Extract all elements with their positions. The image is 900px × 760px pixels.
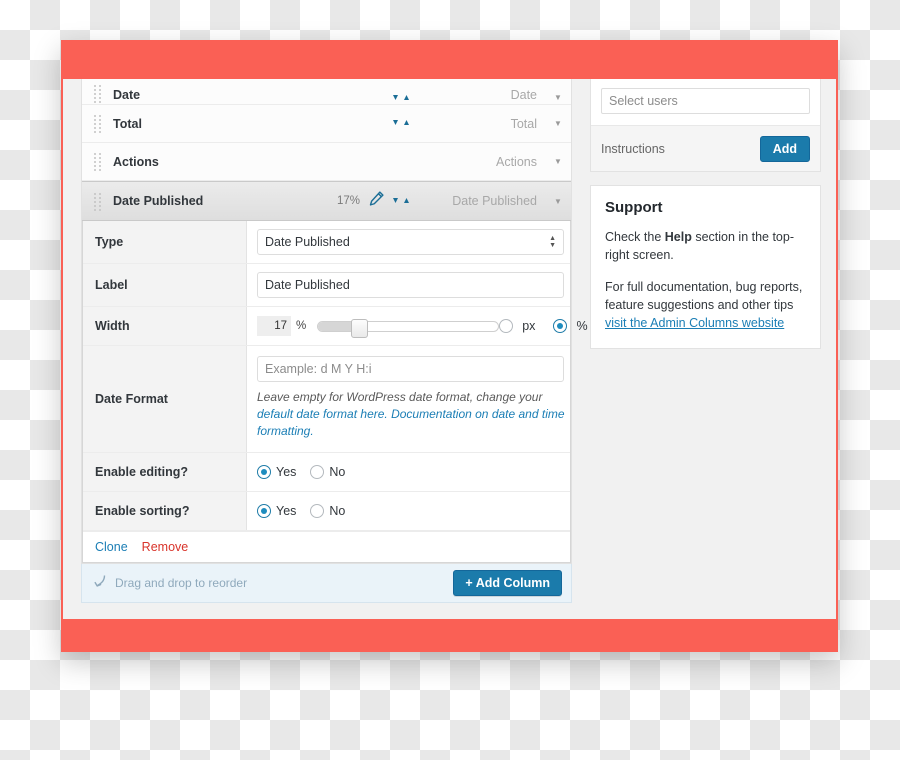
column-settings-panel: Type Date Published ▲ ▼ Label Date Publi… — [82, 221, 588, 563]
setting-label-width: Width — [83, 307, 247, 345]
drag-handle-icon[interactable] — [94, 153, 103, 171]
enable-sorting-radio-group: Yes No — [257, 504, 359, 518]
column-name: Date — [113, 88, 141, 102]
setting-label-date-format: Date Format — [83, 346, 247, 452]
drag-handle-icon[interactable] — [94, 85, 103, 103]
column-name: Total — [113, 116, 142, 131]
column-controls — [140, 95, 425, 102]
radio-editing-no-label: No — [329, 465, 346, 479]
width-slider[interactable] — [317, 318, 500, 338]
column-name: Actions — [113, 154, 159, 169]
type-select[interactable]: Date Published — [257, 229, 564, 255]
reorder-hint-text: Drag and drop to reorder — [115, 576, 248, 590]
column-width-badge: 17% — [336, 195, 360, 207]
date-format-input[interactable] — [257, 356, 564, 382]
column-list: Date Date ▼ Total Total ▼ Actions Action… — [81, 79, 588, 564]
instructions-bar: Instructions Add — [591, 125, 820, 171]
setting-row-label: Label — [83, 264, 570, 307]
column-type-label: Total — [510, 116, 537, 131]
chevron-down-icon[interactable]: ▼ — [545, 119, 571, 128]
radio-editing-yes-label: Yes — [276, 465, 297, 479]
setting-row-date-format: Date Format Leave empty for WordPress da… — [83, 346, 570, 453]
support-paragraph-2: For full documentation, bug reports, fea… — [605, 278, 806, 332]
setting-label-enable-sorting: Enable sorting? — [83, 492, 247, 530]
chevron-down-icon[interactable]: ▼ — [545, 157, 571, 166]
width-number-input[interactable] — [257, 316, 291, 336]
support-paragraph-1: Check the Help section in the top-right … — [605, 228, 806, 264]
columns-panel: Date Date ▼ Total Total ▼ Actions Action… — [81, 79, 588, 603]
table-row[interactable]: Total Total ▼ — [82, 105, 571, 143]
width-unit-suffix: % — [296, 320, 307, 332]
page-canvas: Date Date ▼ Total Total ▼ Actions Action… — [63, 79, 836, 619]
radio-unit-px-label: px — [522, 319, 536, 333]
sort-toggle-icon[interactable] — [393, 95, 415, 102]
select-users-input[interactable] — [601, 88, 810, 114]
table-row[interactable]: Actions Actions ▼ — [82, 143, 571, 181]
enable-editing-radio-group: Yes No — [257, 465, 359, 479]
drag-handle-icon[interactable] — [94, 115, 103, 133]
table-row-active[interactable]: Date Published 17% Date Published ▼ — [82, 181, 571, 221]
chevron-down-icon[interactable]: ▼ — [545, 197, 571, 206]
screenshot-root: Date Date ▼ Total Total ▼ Actions Action… — [0, 0, 900, 760]
radio-sorting-yes[interactable] — [257, 504, 271, 518]
support-title: Support — [605, 199, 663, 216]
setting-label-type: Type — [83, 221, 247, 263]
setting-row-type: Type Date Published ▲ ▼ — [83, 221, 570, 264]
setting-label-enable-editing: Enable editing? — [83, 453, 247, 491]
curved-arrow-icon — [94, 574, 108, 592]
pencil-icon[interactable] — [369, 191, 384, 211]
date-format-help-prefix: Leave empty for WordPress date format, c… — [257, 390, 543, 404]
frame-top-band — [61, 40, 838, 79]
instructions-label: Instructions — [601, 141, 665, 156]
column-type-label: Date — [510, 88, 537, 102]
admin-columns-website-link[interactable]: visit the Admin Columns website — [605, 316, 784, 330]
reorder-hint: Drag and drop to reorder — [94, 574, 247, 592]
table-row[interactable]: Date Date ▼ — [82, 79, 571, 105]
setting-row-width: Width % — [83, 307, 588, 346]
radio-sorting-no[interactable] — [310, 504, 325, 518]
browser-frame: Date Date ▼ Total Total ▼ Actions Action… — [61, 40, 838, 652]
sort-toggle-icon[interactable] — [393, 120, 415, 127]
radio-editing-yes[interactable] — [257, 465, 271, 479]
radio-sorting-yes-label: Yes — [276, 504, 297, 518]
column-type-label: Actions — [496, 154, 537, 169]
columns-footer: Drag and drop to reorder + Add Column — [81, 564, 572, 603]
width-unit-radio-group: px % — [499, 319, 591, 333]
column-actions-row: Clone Remove — [83, 531, 570, 562]
support-box: Support Check the Help section in the to… — [590, 185, 821, 349]
select-users-area — [591, 79, 820, 125]
column-controls — [142, 120, 425, 127]
sidebar: Instructions Add Support Check the Help … — [590, 79, 821, 362]
label-input[interactable] — [257, 272, 564, 298]
radio-unit-percent[interactable] — [553, 319, 568, 333]
radio-unit-px[interactable] — [499, 319, 514, 333]
sort-toggle-icon[interactable] — [393, 197, 415, 205]
support-p2-a: For full documentation, bug reports, fea… — [605, 280, 803, 312]
add-button[interactable]: Add — [759, 135, 810, 162]
setting-row-enable-editing: Enable editing? Yes No — [83, 453, 570, 492]
default-date-format-link[interactable]: default date format here. — [257, 407, 388, 421]
column-name: Date Published — [113, 194, 204, 208]
frame-bottom-band — [61, 619, 838, 652]
clone-link[interactable]: Clone — [95, 540, 128, 554]
support-p1-bold: Help — [664, 230, 692, 244]
remove-link[interactable]: Remove — [142, 540, 189, 554]
column-controls: 17% — [203, 191, 425, 211]
chevron-down-icon[interactable]: ▼ — [545, 93, 571, 102]
width-slider-knob[interactable] — [351, 318, 369, 338]
support-p1-a: Check the — [605, 230, 665, 244]
setting-row-enable-sorting: Enable sorting? Yes No — [83, 492, 570, 531]
setting-label-label: Label — [83, 264, 247, 306]
radio-unit-percent-label: % — [576, 319, 588, 333]
radio-sorting-no-label: No — [329, 504, 346, 518]
date-format-help: Leave empty for WordPress date format, c… — [257, 389, 567, 440]
column-type-label: Date Published — [452, 194, 537, 208]
drag-handle-icon[interactable] — [94, 192, 103, 211]
add-column-button[interactable]: + Add Column — [453, 570, 562, 596]
radio-editing-no[interactable] — [310, 465, 325, 479]
roles-users-box: Instructions Add — [590, 79, 821, 172]
